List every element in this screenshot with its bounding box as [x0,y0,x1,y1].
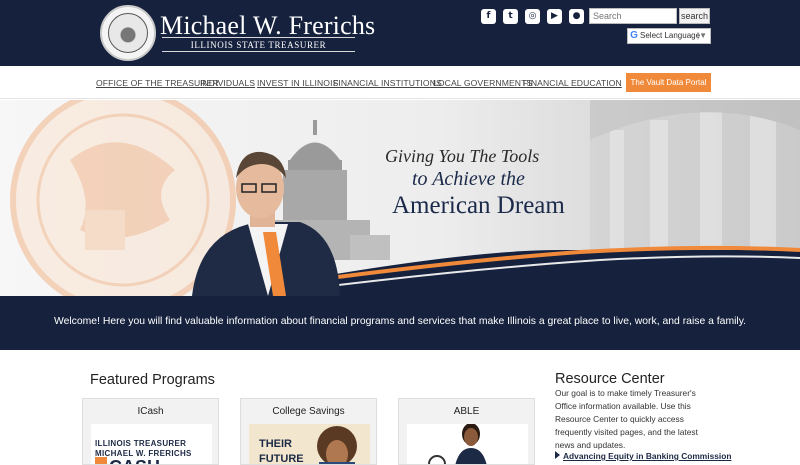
college-savings-image[interactable]: THEIR FUTURE [249,424,370,464]
student-photo [317,426,357,464]
program-card-college-savings[interactable]: College Savings THEIR FUTURE [240,398,377,465]
nav-individuals[interactable]: INDIVIDUALS [200,78,255,88]
hero-tagline-line3: American Dream [392,192,565,219]
resource-center-title: Resource Center [555,371,665,387]
icash-i-mark [95,457,107,464]
resource-link-item[interactable]: Advancing Equity in Banking Commission [555,446,755,464]
twitter-icon[interactable]: t [503,9,518,24]
icash-line1: ILLINOIS TREASURER [95,439,187,448]
welcome-text: Welcome! Here you will find valuable inf… [53,316,747,327]
nav-invest-in-illinois[interactable]: INVEST IN ILLINOIS [257,78,338,88]
title-divider [162,37,355,38]
card-title[interactable]: College Savings [241,406,376,417]
google-icon: G [630,30,638,41]
hero-banner: Giving You The Tools to Achieve the Amer… [0,100,800,296]
hero-tagline-line2: to Achieve the [412,168,525,190]
program-card-able[interactable]: ABLE [398,398,535,465]
vault-data-portal-button[interactable]: The Vault Data Portal [626,73,711,92]
arrow-right-icon [555,451,560,459]
illinois-seal-logo[interactable] [100,5,156,61]
icash-image[interactable]: ILLINOIS TREASURER MICHAEL W. FRERICHS C… [91,424,212,464]
search-button[interactable]: search [679,8,710,24]
facebook-icon[interactable]: f [481,9,496,24]
nav-financial-education[interactable]: FINANCIAL EDUCATION [523,78,622,88]
subtitle-divider [162,51,355,52]
program-card-icash[interactable]: ICash ILLINOIS TREASURER MICHAEL W. FRER… [82,398,219,465]
welcome-band: Welcome! Here you will find valuable inf… [0,296,800,350]
flickr-icon[interactable]: ● [569,9,584,24]
instagram-icon[interactable]: ◎ [525,9,540,24]
nav-financial-institutions[interactable]: FINANCIAL INSTITUTIONS [333,78,442,88]
language-selector[interactable]: G Select Language |▼ [627,28,711,44]
architecture-backdrop [590,100,800,250]
chevron-down-icon: |▼ [697,31,707,40]
hero-tagline-line1: Giving You The Tools [385,146,540,166]
site-header: Michael W. Frerichs ILLINOIS STATE TREAS… [0,0,800,66]
youtube-icon[interactable]: ▶ [547,9,562,24]
nav-local-governments[interactable]: LOCAL GOVERNMENTS [433,78,532,88]
icash-line3: CASH [109,457,160,464]
able-photo [407,424,528,464]
language-label: Select Language [640,31,701,40]
main-nav: OFFICE OF THE TREASURER INDIVIDUALS INVE… [0,66,800,99]
advancing-equity-link[interactable]: Advancing Equity in Banking Commission [563,451,731,461]
able-image[interactable] [407,424,528,464]
site-subtitle: ILLINOIS STATE TREASURER [190,40,327,50]
search-input[interactable] [589,8,677,24]
card-title[interactable]: ICash [83,406,218,417]
featured-programs-title: Featured Programs [90,372,215,388]
card-title[interactable]: ABLE [399,406,534,417]
resource-center-description: Our goal is to make timely Treasurer's O… [555,388,698,450]
